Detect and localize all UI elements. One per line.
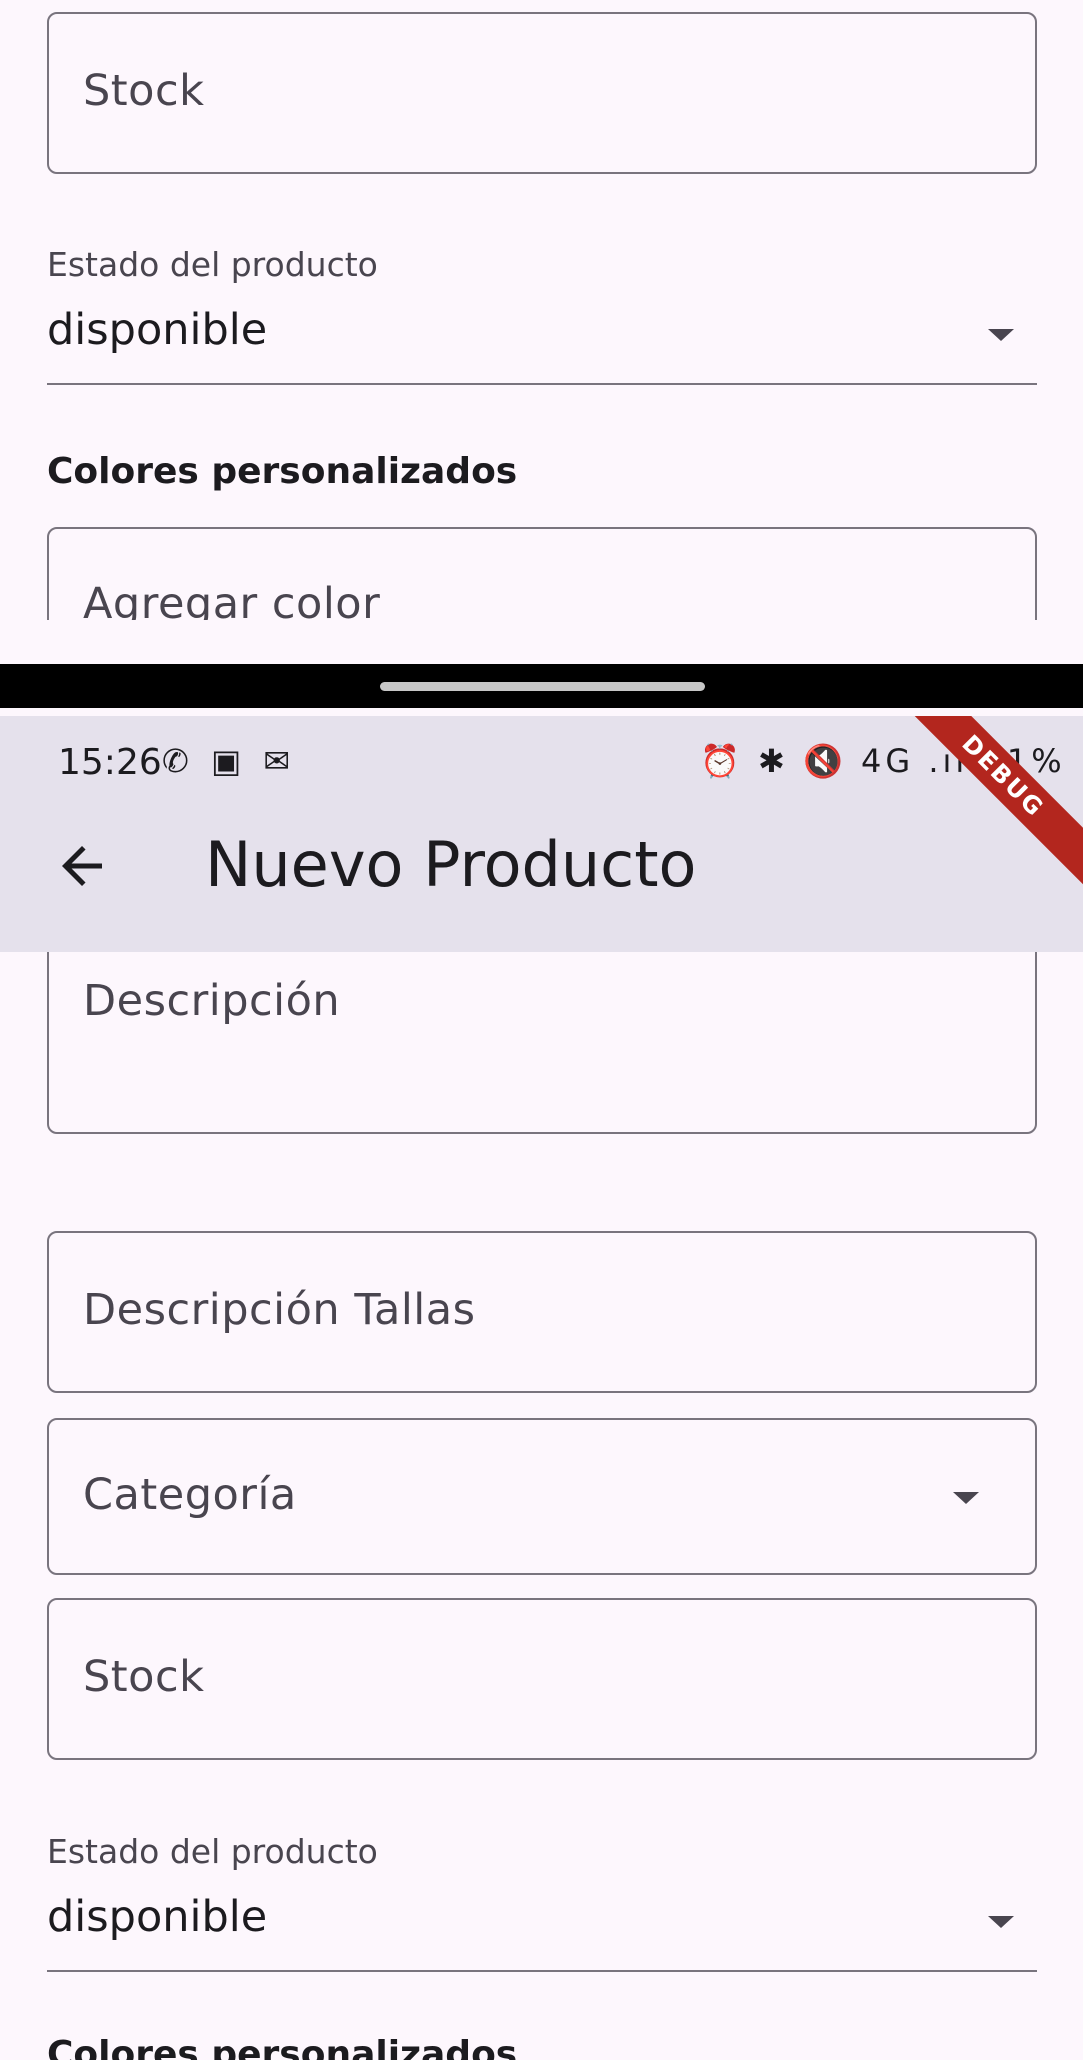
status-time: 15:26 bbox=[58, 742, 162, 783]
previous-scroll-view: Stock Estado del producto disponible Col… bbox=[0, 0, 1083, 620]
estado-underline bbox=[47, 1970, 1037, 1972]
descripcion-tallas-placeholder: Descripción Tallas bbox=[83, 1285, 476, 1335]
form-scroll-view[interactable]: Descripción Descripción Tallas Categoría… bbox=[0, 952, 1083, 2060]
descripcion-placeholder: Descripción bbox=[83, 976, 341, 1026]
gap bbox=[0, 620, 1083, 664]
colores-title: Colores personalizados bbox=[47, 2034, 518, 2060]
stock-field[interactable]: Stock bbox=[47, 12, 1037, 174]
stock-placeholder: Stock bbox=[83, 1652, 205, 1702]
estado-label: Estado del producto bbox=[47, 245, 378, 284]
estado-value[interactable]: disponible bbox=[47, 305, 267, 355]
estado-label: Estado del producto bbox=[47, 1832, 378, 1871]
estado-underline bbox=[47, 383, 1037, 385]
estado-dropdown-caret-icon[interactable] bbox=[988, 329, 1014, 341]
estado-dropdown-caret-icon[interactable] bbox=[988, 1916, 1014, 1928]
colores-title: Colores personalizados bbox=[47, 451, 518, 492]
arrow-back-icon[interactable] bbox=[52, 836, 112, 896]
categoria-dropdown[interactable]: Categoría bbox=[47, 1418, 1037, 1575]
agregar-color-field[interactable]: Agregar color bbox=[47, 527, 1037, 620]
notification-icons: ✆ ▣ ✉ bbox=[162, 742, 297, 780]
descripcion-tallas-field[interactable]: Descripción Tallas bbox=[47, 1231, 1037, 1393]
descripcion-field[interactable]: Descripción bbox=[47, 952, 1037, 1134]
categoria-caret-icon bbox=[953, 1492, 979, 1504]
estado-value[interactable]: disponible bbox=[47, 1892, 267, 1942]
categoria-placeholder: Categoría bbox=[83, 1470, 297, 1520]
stock-placeholder: Stock bbox=[83, 66, 205, 116]
status-icons-right: ⏰ ✱ 🔇 4G .ıl bbox=[700, 742, 969, 780]
app-bar: 15:26 ✆ ▣ ✉ ⏰ ✱ 🔇 4G .ıl 21% Nuevo Produ… bbox=[0, 716, 1083, 952]
page-title: Nuevo Producto bbox=[205, 828, 697, 901]
home-indicator[interactable] bbox=[380, 682, 705, 691]
agregar-color-placeholder: Agregar color bbox=[83, 579, 381, 620]
stock-field[interactable]: Stock bbox=[47, 1598, 1037, 1760]
